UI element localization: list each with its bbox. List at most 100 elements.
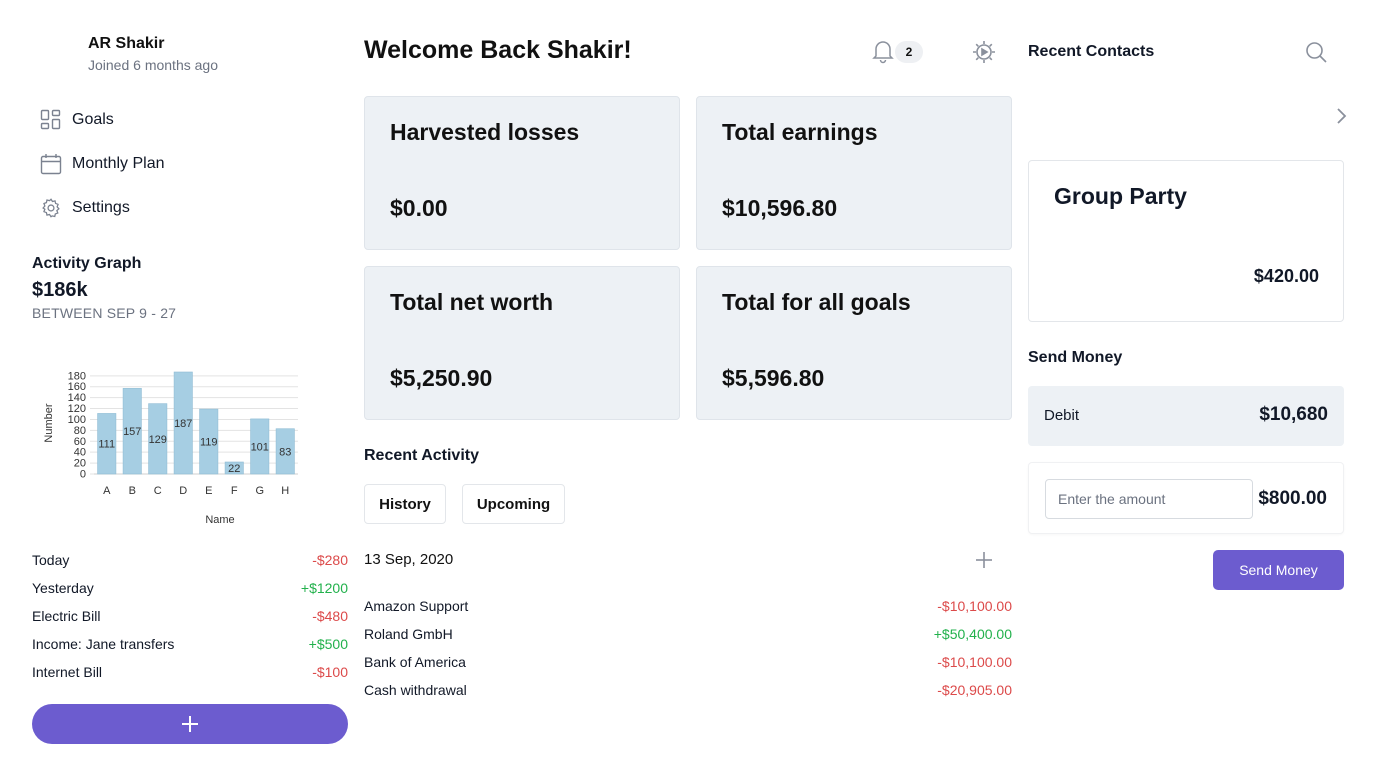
transaction-label: Internet Bill [32, 664, 103, 680]
send-money-title: Send Money [1028, 349, 1123, 366]
transaction-row: Internet Bill -$100 [32, 658, 348, 686]
settings-gear-icon[interactable] [970, 38, 998, 66]
debit-label: Debit [1044, 407, 1080, 424]
send-money-button[interactable]: Send Money [1213, 550, 1344, 590]
grid-icon [40, 109, 61, 130]
card-total-goals: Total for all goals $5,596.80 [696, 266, 1012, 420]
card-harvested-losses: Harvested losses $0.00 [364, 96, 680, 250]
page-title: Welcome Back Shakir! [364, 36, 632, 64]
bar-chart-svg: 020406080100120140160180 111 A 157 B 129 C 187 D… [43, 370, 298, 526]
debit-account[interactable]: Debit $10,680 [1028, 386, 1344, 446]
y-tick-label: 60 [74, 436, 86, 448]
transaction-row: Yesterday +$1200 [32, 574, 348, 602]
transaction-row: Electric Bill -$480 [32, 602, 348, 630]
x-tick-label: D [179, 485, 187, 497]
activity-bar-chart: 0 20 40 60 80 100 120 140 160 180 111 A 157 B 129 C 187 D… [36, 360, 316, 532]
add-button[interactable] [32, 704, 348, 744]
amount-panel: $800.00 [1028, 462, 1344, 534]
search-icon[interactable] [1304, 40, 1328, 64]
y-tick-label: 160 [68, 381, 86, 393]
transaction-amount: +$500 [308, 636, 348, 652]
x-tick-label: C [154, 485, 162, 497]
activity-row[interactable]: Bank of America -$10,100.00 [364, 648, 1012, 676]
activity-label: Cash withdrawal [364, 682, 467, 698]
activity-graph-title: Activity Graph [32, 255, 142, 272]
sidebar-item-label: Goals [72, 111, 114, 128]
contact-card-title: Group Party [1054, 183, 1187, 209]
activity-graph-value: $186k [32, 279, 88, 301]
bar-value-label: 111 [98, 439, 115, 451]
card-value: $5,250.90 [390, 365, 493, 391]
transaction-list: Today -$280 Yesterday +$1200 Electric Bill -$… [32, 546, 348, 686]
activity-date: 13 Sep, 2020 [364, 551, 454, 568]
y-tick-label: 120 [68, 403, 86, 415]
sidebar-item-goals[interactable]: Goals [40, 106, 114, 134]
bell-icon[interactable] [870, 38, 896, 64]
sidebar-item-label: Monthly Plan [72, 155, 165, 172]
amount-input[interactable] [1045, 479, 1253, 519]
recent-activity-title: Recent Activity [364, 447, 479, 464]
activity-graph-range: BETWEEN SEP 9 - 27 [32, 305, 177, 321]
card-value: $10,596.80 [722, 195, 838, 221]
activity-amount: -$20,905.00 [937, 682, 1012, 698]
activity-row[interactable]: Amazon Support -$10,100.00 [364, 592, 1012, 620]
bar-value-label: 157 [123, 426, 141, 438]
card-total-net-worth: Total net worth $5,250.90 [364, 266, 680, 420]
bar-value-label: 101 [251, 441, 269, 453]
x-tick-label: H [281, 485, 289, 497]
calendar-icon [40, 154, 62, 175]
card-title: Harvested losses [390, 119, 580, 145]
y-tick-label: 0 [80, 469, 86, 481]
y-tick-label: 100 [68, 414, 86, 426]
bar-value-label: 187 [174, 418, 192, 430]
card-title: Total net worth [390, 289, 554, 315]
bar-value-label: 22 [228, 463, 240, 475]
card-title: Total earnings [722, 119, 878, 145]
transaction-amount: +$1200 [300, 580, 348, 596]
transaction-row: Income: Jane transfers +$500 [32, 630, 348, 658]
tab-upcoming[interactable]: Upcoming [462, 484, 565, 524]
sidebar-item-monthly-plan[interactable]: Monthly Plan [40, 150, 165, 178]
bar-value-label: 119 [200, 437, 218, 449]
y-tick-label: 80 [74, 425, 86, 437]
transaction-label: Today [32, 552, 70, 568]
user-name: AR Shakir [88, 35, 165, 52]
gear-icon [42, 198, 60, 218]
activity-amount: -$10,100.00 [937, 598, 1012, 614]
card-value: $5,596.80 [722, 365, 825, 391]
card-total-earnings: Total earnings $10,596.80 [696, 96, 1012, 250]
transaction-label: Yesterday [32, 580, 94, 596]
plus-icon[interactable] [974, 550, 994, 570]
recent-contacts-title: Recent Contacts [1028, 43, 1155, 60]
recent-activity-list: Amazon Support -$10,100.00 Roland GmbH +$50… [364, 592, 1012, 704]
activity-label: Roland GmbH [364, 626, 453, 642]
tab-history[interactable]: History [364, 484, 446, 524]
y-tick-label: 20 [74, 458, 86, 470]
debit-balance: $10,680 [1259, 404, 1328, 425]
activity-amount: -$10,100.00 [937, 654, 1012, 670]
sidebar-item-settings[interactable]: Settings [40, 194, 130, 222]
y-tick-label: 40 [74, 447, 86, 459]
x-tick-label: F [231, 485, 238, 497]
contact-card-group-party[interactable]: Group Party $420.00 [1028, 160, 1344, 322]
activity-amount: +$50,400.00 [933, 626, 1012, 642]
activity-row[interactable]: Roland GmbH +$50,400.00 [364, 620, 1012, 648]
x-axis-label: Name [205, 514, 234, 526]
card-value: $0.00 [390, 195, 448, 221]
x-tick-label: E [205, 485, 212, 497]
transaction-label: Electric Bill [32, 608, 101, 624]
x-tick-label: A [103, 485, 111, 497]
amount-value: $800.00 [1258, 488, 1327, 509]
user-joined: Joined 6 months ago [88, 57, 218, 73]
activity-label: Amazon Support [364, 598, 469, 614]
y-tick-label: 180 [68, 370, 86, 382]
activity-row[interactable]: Cash withdrawal -$20,905.00 [364, 676, 1012, 704]
x-tick-label: G [255, 485, 264, 497]
chevron-right-icon[interactable] [1334, 106, 1350, 126]
bar-value-label: 129 [149, 434, 167, 446]
activity-label: Bank of America [364, 654, 466, 670]
notification-badge: 2 [895, 41, 923, 63]
contact-card-amount: $420.00 [1253, 266, 1319, 286]
bar-value-label: 83 [279, 446, 291, 458]
y-tick-label: 140 [68, 392, 86, 404]
